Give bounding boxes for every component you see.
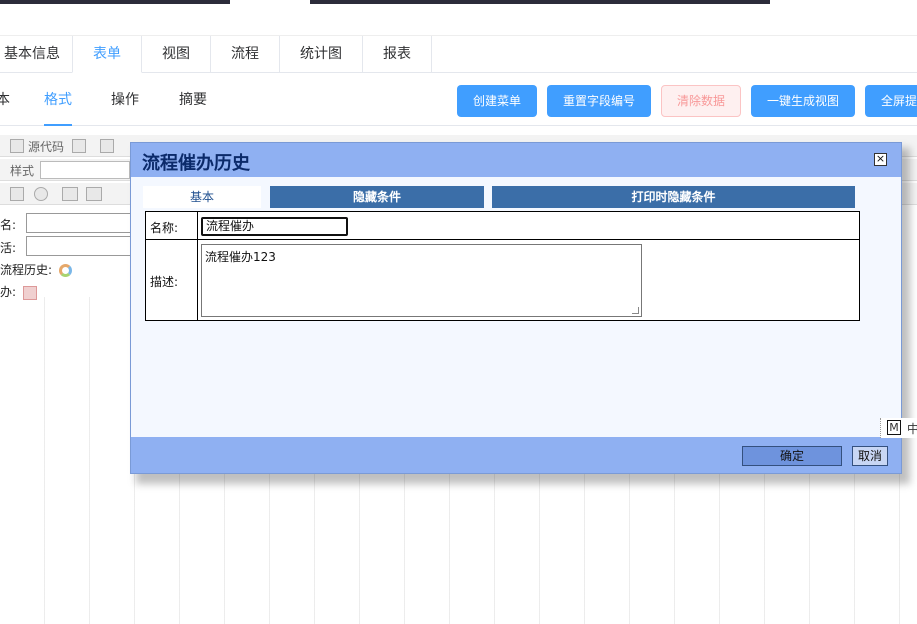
source-icon[interactable] — [10, 139, 24, 153]
reset-field-number-button[interactable]: 重置字段编号 — [547, 85, 651, 117]
dialog-tab-hide-condition[interactable]: 隐藏条件 — [270, 186, 484, 208]
dialog-title: 流程催办历史 — [142, 153, 250, 174]
table-icon[interactable] — [86, 187, 102, 201]
dialog-tab-print-hide-condition[interactable]: 打印时隐藏条件 — [492, 186, 855, 208]
name-input[interactable]: 流程催办 — [201, 217, 348, 236]
tab-view[interactable]: 视图 — [142, 36, 211, 73]
table-divider-h — [146, 239, 859, 240]
dialog-tab-basic[interactable]: 基本 — [143, 186, 261, 208]
cancel-button[interactable]: 取消 — [852, 446, 888, 466]
ime-mode-icon: M — [887, 420, 901, 435]
tab-report[interactable]: 报表 — [363, 36, 432, 73]
ime-lang-label: 中 — [907, 422, 917, 436]
generate-view-button[interactable]: 一键生成视图 — [751, 85, 855, 117]
preview-icon[interactable] — [100, 139, 114, 153]
source-code-label[interactable]: 源代码 — [28, 138, 64, 155]
style-select[interactable] — [40, 161, 130, 179]
style-label: 样式 — [10, 164, 35, 178]
copy-icon[interactable] — [72, 139, 86, 153]
checkbox-icon[interactable] — [10, 187, 24, 201]
main-tabs: 基本信息 表单 视图 流程 统计图 报表 — [0, 36, 917, 73]
subtab-operation[interactable]: 操作 — [111, 74, 139, 126]
name-label: 名称: — [150, 221, 179, 235]
radio-icon[interactable] — [34, 187, 48, 201]
form-row-name: 名: — [0, 216, 16, 233]
form-label-history: 流程历史: — [0, 263, 53, 277]
tab-basic-info[interactable]: 基本信息 — [0, 36, 73, 73]
desc-text: 流程催办123 — [205, 250, 276, 264]
tab-stat-chart[interactable]: 统计图 — [280, 36, 363, 73]
dialog-header: 流程催办历史 × — [131, 143, 901, 177]
close-icon[interactable]: × — [874, 153, 887, 166]
ok-button[interactable]: 确定 — [742, 446, 842, 466]
top-strip-left — [0, 0, 230, 4]
table-divider-v — [197, 212, 198, 320]
history-widget-icon[interactable] — [58, 264, 72, 277]
fullscreen-button[interactable]: 全屏提 — [865, 85, 917, 117]
form-input-name[interactable] — [26, 213, 136, 233]
resize-handle-icon[interactable] — [632, 307, 639, 314]
subtab-summary[interactable]: 摘要 — [179, 74, 207, 126]
top-bar — [0, 0, 917, 36]
subtab-basic[interactable]: 本 — [0, 74, 10, 126]
tab-flow[interactable]: 流程 — [211, 36, 280, 73]
form-row-history: 流程历史: — [0, 261, 72, 278]
create-menu-button[interactable]: 创建菜单 — [457, 85, 537, 117]
dialog-footer: 确定 取消 — [131, 437, 901, 473]
field-dialog: 流程催办历史 × 基本 隐藏条件 打印时隐藏条件 名称: 流程催办 描述: 流程… — [130, 142, 902, 474]
desc-label: 描述: — [150, 275, 179, 289]
subtab-format[interactable]: 格式 — [44, 74, 72, 126]
form-label-active: 活: — [0, 241, 17, 255]
clear-data-button[interactable]: 清除数据 — [661, 85, 741, 117]
top-strip-right — [310, 0, 770, 4]
field-properties-table: 名称: 流程催办 描述: 流程催办123 — [145, 211, 860, 321]
form-label-name: 名: — [0, 218, 17, 232]
form-row-active: 活: — [0, 239, 16, 256]
textfield-icon[interactable] — [62, 187, 78, 201]
desc-textarea[interactable]: 流程催办123 — [201, 244, 642, 317]
ime-indicator[interactable]: M 中 — [880, 418, 917, 438]
tab-form[interactable]: 表单 — [72, 36, 142, 73]
form-input-active[interactable] — [26, 236, 136, 256]
